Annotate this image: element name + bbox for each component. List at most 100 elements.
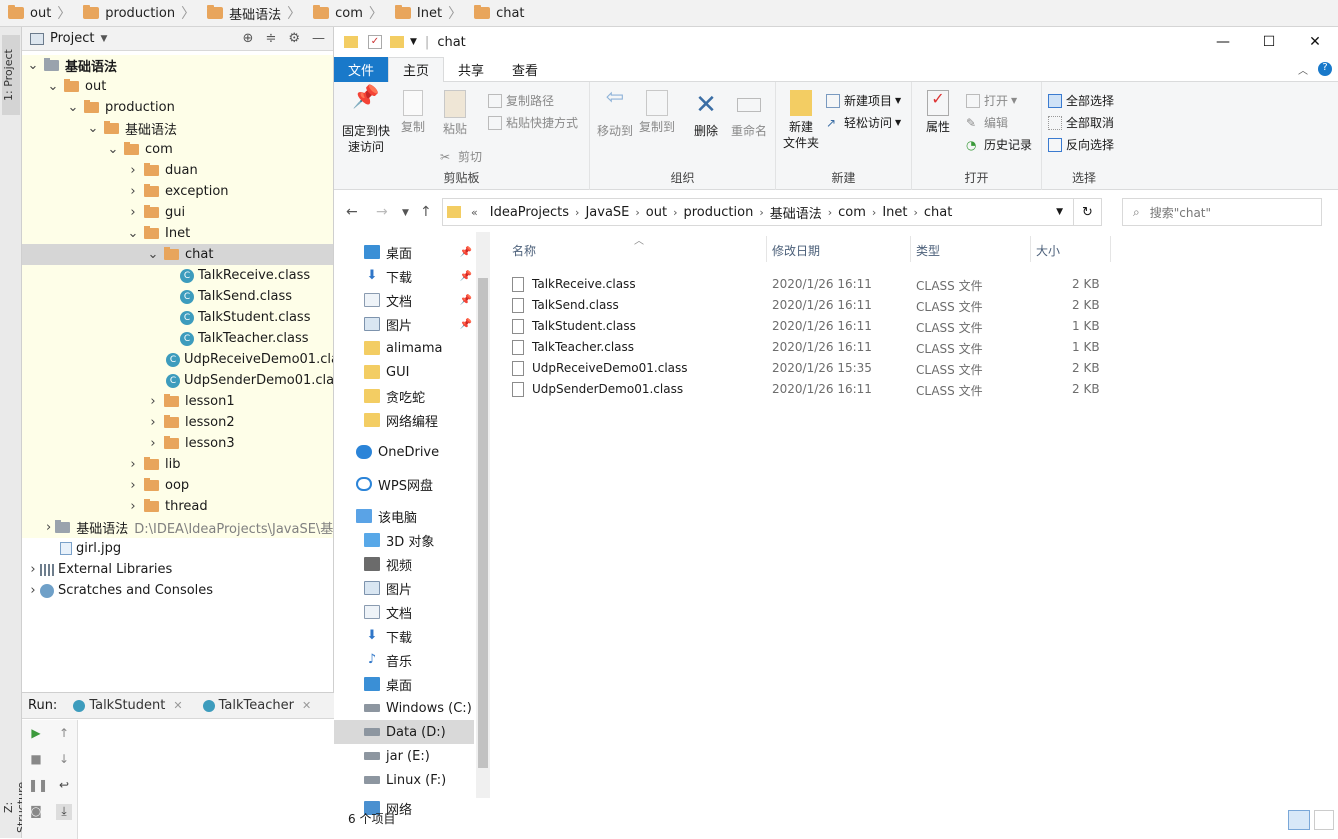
rename-button[interactable]: 重命名 [726,90,772,139]
project-view-selector[interactable]: Project [50,31,94,46]
pause-icon[interactable]: ❚❚ [28,778,48,794]
file-row[interactable]: UdpSenderDemo01.class 2020/1/26 16:11 CLAS… [512,379,1112,400]
file-row[interactable]: TalkReceive.class 2020/1/26 16:11 CLASS 文件… [512,274,1112,295]
column-name[interactable]: 名称 [512,242,536,259]
recent-locations-icon[interactable]: ▼ [402,208,409,218]
new-folder-quick-icon[interactable] [390,36,404,48]
tree-row[interactable]: › duan [22,160,333,181]
chevron-down-icon[interactable]: ▼ [100,34,107,44]
rerun-icon[interactable]: ▶ [28,726,44,742]
collapse-ribbon-icon[interactable]: ︿ [1298,62,1308,77]
breadcrumb-item[interactable]: Inet 〉 [387,0,466,27]
soft-wrap-icon[interactable]: ↩ [56,778,72,794]
file-row[interactable]: TalkSend.class 2020/1/26 16:11 CLASS 文件 2 K… [512,295,1112,316]
tab-share[interactable]: 共享 [444,57,498,82]
cut-button[interactable]: ✂ 剪切 [440,148,482,165]
breadcrumb-item[interactable]: out 〉 [0,0,75,27]
tree-row[interactable]: › lesson1 [22,391,333,412]
breadcrumb-item[interactable]: com 〉 [305,0,387,27]
column-type[interactable]: 类型 [916,242,940,259]
tree-row[interactable]: › lesson2 [22,412,333,433]
easy-access-button[interactable]: ↗ 轻松访问 ▼ [826,114,901,131]
nav-item[interactable]: GUI [334,360,474,384]
nav-item[interactable]: ⬇ 下载 [334,624,474,648]
collapsed-arrow-icon[interactable]: › [126,163,140,178]
structure-tool-tab[interactable]: Z: Structure [2,777,28,837]
path-segment[interactable]: 基础语法 [764,203,828,222]
collapsed-arrow-icon[interactable]: › [146,436,160,451]
delete-button[interactable]: ✕ 删除 [686,90,726,139]
nav-item[interactable]: OneDrive [334,440,474,464]
tree-row[interactable]: C UdpReceiveDemo01.class [22,349,333,370]
path-segment[interactable]: out [640,205,673,220]
properties-quick-icon[interactable]: ✓ [368,35,382,49]
tree-row[interactable]: ⌄ com [22,139,333,160]
nav-item[interactable]: Data (D:) [334,720,474,744]
select-none-button[interactable]: 全部取消 [1048,114,1114,131]
minimize-button[interactable]: — [1200,27,1246,57]
paste-shortcut-button[interactable]: 粘贴快捷方式 [488,114,578,131]
paste-button[interactable]: 粘贴 [436,90,474,137]
tree-row[interactable]: › exception [22,181,333,202]
tree-row[interactable]: ⌄ 基础语法 [22,55,333,76]
file-row[interactable]: UdpReceiveDemo01.class 2020/1/26 15:35 CLA… [512,358,1112,379]
camera-icon[interactable]: ◙ [28,804,44,820]
file-row[interactable]: TalkStudent.class 2020/1/26 16:11 CLASS 文件… [512,316,1112,337]
hide-panel-icon[interactable]: — [312,31,325,46]
path-segment[interactable]: com [832,205,872,220]
nav-item[interactable]: 文档 [334,600,474,624]
breadcrumb-item[interactable]: production 〉 [75,0,199,27]
tree-row[interactable]: C TalkStudent.class [22,307,333,328]
tree-row[interactable]: C TalkTeacher.class [22,328,333,349]
large-icons-view-icon[interactable] [1314,810,1334,830]
tree-row[interactable]: C UdpSenderDemo01.class [22,370,333,391]
tree-row[interactable]: girl.jpg [22,538,333,559]
maximize-button[interactable]: ☐ [1246,27,1292,57]
collapsed-arrow-icon[interactable]: › [126,205,140,220]
gear-icon[interactable]: ⚙ [288,31,300,46]
nav-item[interactable]: 桌面 [334,672,474,696]
tree-row[interactable]: › gui [22,202,333,223]
expanded-arrow-icon[interactable]: ⌄ [86,121,100,136]
collapsed-arrow-icon[interactable]: › [46,520,51,535]
overflow-icon[interactable]: « [465,206,484,219]
stop-icon[interactable]: ■ [28,752,44,768]
nav-item[interactable]: 图片 📌 [334,312,474,336]
tree-row[interactable]: › lesson3 [22,433,333,454]
properties-button[interactable]: ✓ 属性 [918,90,958,135]
nav-item[interactable]: WPS网盘 [334,472,474,496]
nav-item[interactable]: Linux (F:) [334,768,474,792]
breadcrumb-item[interactable]: chat [466,0,528,27]
tree-row[interactable]: C TalkReceive.class [22,265,333,286]
path-segment[interactable]: JavaSE [579,205,635,220]
arrow-up-icon[interactable]: ↑ [56,726,72,742]
path-segment[interactable]: production [678,205,760,220]
back-arrow-icon[interactable]: ← [346,204,358,220]
copy-to-button[interactable]: 复制到 [636,90,678,135]
new-item-button[interactable]: 新建项目 ▼ [826,92,901,109]
path-segment[interactable]: Inet [876,205,913,220]
help-icon[interactable]: ? [1318,62,1332,76]
new-folder-button[interactable]: 新建 文件夹 [780,90,822,151]
tree-row[interactable]: › Scratches and Consoles [22,580,333,601]
nav-item[interactable]: 桌面 📌 [334,240,474,264]
up-arrow-icon[interactable]: ↑ [420,204,432,220]
collapsed-arrow-icon[interactable]: › [26,583,40,598]
refresh-icon[interactable]: ↻ [1073,199,1101,225]
tab-file[interactable]: 文件 [334,56,389,82]
nav-item[interactable]: alimama [334,336,474,360]
tree-row[interactable]: › lib [22,454,333,475]
nav-item[interactable]: ♪ 音乐 [334,648,474,672]
nav-item[interactable]: Windows (C:) [334,696,474,720]
tree-row[interactable]: › 基础语法 D:\IDEA\IdeaProjects\JavaSE\基础语 [22,517,333,538]
expanded-arrow-icon[interactable]: ⌄ [66,100,80,115]
collapse-all-icon[interactable]: ≑ [265,31,276,46]
expanded-arrow-icon[interactable]: ⌄ [126,226,140,241]
collapsed-arrow-icon[interactable]: › [146,394,160,409]
tree-row[interactable]: C TalkSend.class [22,286,333,307]
details-view-icon[interactable] [1288,810,1310,830]
expanded-arrow-icon[interactable]: ⌄ [106,142,120,157]
collapsed-arrow-icon[interactable]: › [126,478,140,493]
arrow-down-icon[interactable]: ↓ [56,752,72,768]
address-dropdown-icon[interactable]: ▼ [1056,207,1063,217]
